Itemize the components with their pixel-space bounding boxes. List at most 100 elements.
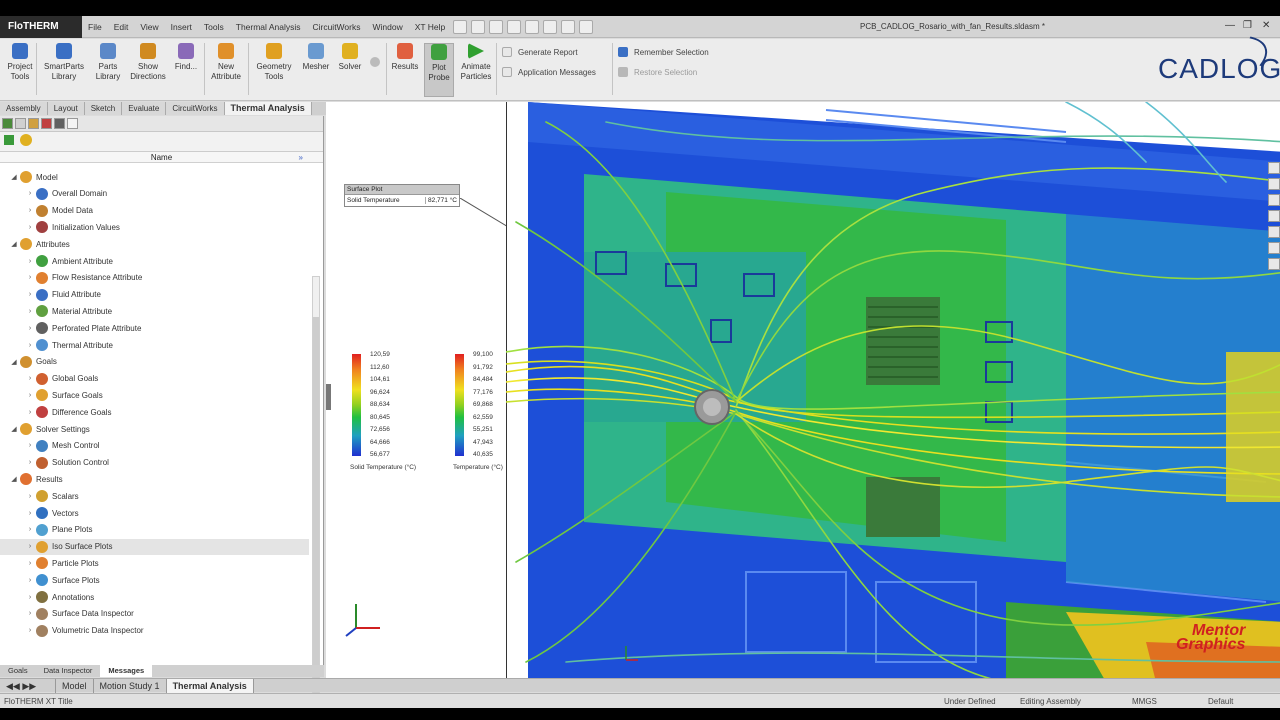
tree-node[interactable]: › Iso Surface Plots: [0, 538, 309, 555]
tab-assembly[interactable]: Assembly: [0, 102, 48, 115]
tab-nav-arrows[interactable]: ◀◀ ▶▶: [0, 678, 56, 693]
tree-node[interactable]: › Particle Plots: [0, 555, 309, 571]
expand-arrow-icon[interactable]: ›: [26, 325, 34, 332]
expand-arrow-icon[interactable]: ›: [26, 224, 34, 231]
expand-arrow-icon[interactable]: ›: [26, 610, 34, 617]
save-icon[interactable]: [489, 19, 504, 34]
tree-node[interactable]: ◢ Results: [0, 471, 309, 487]
graphics-viewport[interactable]: Surface Plot Solid Temperature 82,771 °C…: [326, 102, 1280, 678]
new-attribute-button[interactable]: New Attribute: [206, 43, 246, 82]
tree-node[interactable]: › Solution Control: [0, 455, 309, 471]
tree-node[interactable]: › Flow Resistance Attribute: [0, 270, 309, 286]
tab-thermal-analysis-doc[interactable]: Thermal Analysis: [166, 678, 254, 693]
panel-collapse-handle[interactable]: [326, 384, 331, 410]
tree-node[interactable]: › Difference Goals: [0, 404, 309, 420]
animate-particles-button[interactable]: Animate Particles: [456, 43, 496, 82]
tree-node[interactable]: ◢ Goals: [0, 354, 309, 370]
tree-node[interactable]: ◢ Model: [0, 169, 309, 185]
smartparts-library-button[interactable]: SmartParts Library: [40, 43, 88, 82]
tree-node[interactable]: › Fluid Attribute: [0, 287, 309, 303]
tree-node[interactable]: › Global Goals: [0, 371, 309, 387]
expand-arrow-icon[interactable]: ›: [26, 207, 34, 214]
select-icon[interactable]: [543, 19, 558, 34]
open-icon[interactable]: [471, 19, 486, 34]
expand-arrow-icon[interactable]: ›: [26, 258, 34, 265]
tree-node[interactable]: › Volumetric Data Inspector: [0, 623, 309, 639]
menu-circuitworks[interactable]: CircuitWorks: [306, 22, 366, 32]
minimize-icon[interactable]: —: [1225, 20, 1235, 31]
expand-arrow-icon[interactable]: ›: [26, 392, 34, 399]
tree-node[interactable]: › Vectors: [0, 505, 309, 521]
expand-arrow-icon[interactable]: ›: [26, 190, 34, 197]
expand-arrow-icon[interactable]: ›: [26, 543, 34, 550]
project-tools-button[interactable]: Project Tools: [0, 43, 40, 82]
tab-thermal-analysis[interactable]: Thermal Analysis: [224, 102, 312, 115]
mesher-button[interactable]: Mesher: [298, 43, 334, 72]
tab-evaluate[interactable]: Evaluate: [122, 102, 167, 115]
menu-window[interactable]: Window: [366, 22, 408, 32]
menu-thermal-analysis[interactable]: Thermal Analysis: [230, 22, 307, 32]
scrollbar-thumb[interactable]: [313, 317, 319, 708]
expand-column-icon[interactable]: »: [299, 152, 303, 163]
thermal-tree-icon[interactable]: [67, 118, 78, 129]
collapse-arrow-icon[interactable]: ◢: [10, 425, 18, 433]
expand-arrow-icon[interactable]: ›: [26, 493, 34, 500]
view-settings-icon[interactable]: [1268, 258, 1280, 270]
tab-data-inspector[interactable]: Data Inspector: [36, 665, 101, 677]
expand-arrow-icon[interactable]: ›: [26, 442, 34, 449]
tree-node[interactable]: › Overall Domain: [0, 186, 309, 202]
collapse-arrow-icon[interactable]: ◢: [10, 475, 18, 483]
tree-node[interactable]: › Plane Plots: [0, 522, 309, 538]
tree-node[interactable]: › Perforated Plate Attribute: [0, 320, 309, 336]
tree-node[interactable]: ◢ Attributes: [0, 236, 309, 252]
tree-node[interactable]: ◢ Solver Settings: [0, 421, 309, 437]
collapse-arrow-icon[interactable]: ◢: [10, 240, 18, 248]
tab-motion-study-1[interactable]: Motion Study 1: [94, 678, 167, 693]
application-messages-button[interactable]: Application Messages: [502, 67, 596, 77]
expand-arrow-icon[interactable]: ›: [26, 459, 34, 466]
section-view-icon[interactable]: [1268, 242, 1280, 254]
tree-node[interactable]: › Initialization Values: [0, 219, 309, 235]
find-button[interactable]: Find...: [168, 43, 204, 72]
expand-arrow-icon[interactable]: ›: [26, 291, 34, 298]
menu-edit[interactable]: Edit: [108, 22, 135, 32]
hide-show-icon[interactable]: [1268, 194, 1280, 206]
restore-icon[interactable]: ❐: [1243, 20, 1252, 31]
expand-arrow-icon[interactable]: ›: [26, 594, 34, 601]
show-directions-button[interactable]: Show Directions: [128, 43, 168, 82]
expand-arrow-icon[interactable]: ›: [26, 560, 34, 567]
results-button[interactable]: Results: [388, 43, 422, 72]
tab-sketch[interactable]: Sketch: [84, 102, 123, 115]
remember-selection-button[interactable]: Remember Selection: [618, 47, 709, 57]
expand-arrow-icon[interactable]: ›: [26, 409, 34, 416]
tree-node[interactable]: › Surface Plots: [0, 572, 309, 588]
expand-arrow-icon[interactable]: ›: [26, 274, 34, 281]
tree-node[interactable]: › Surface Goals: [0, 387, 309, 403]
stop-button[interactable]: [368, 57, 382, 70]
expand-arrow-icon[interactable]: ›: [26, 375, 34, 382]
tree-node[interactable]: › Model Data: [0, 203, 309, 219]
plot-probe-button[interactable]: Plot Probe: [424, 43, 454, 97]
scene-icon[interactable]: [1268, 226, 1280, 238]
expand-arrow-icon[interactable]: ›: [26, 577, 34, 584]
expand-arrow-icon[interactable]: ›: [26, 510, 34, 517]
tree-node[interactable]: › Mesh Control: [0, 438, 309, 454]
options-icon[interactable]: [579, 19, 594, 34]
expand-arrow-icon[interactable]: ›: [26, 526, 34, 533]
tree-node[interactable]: › Ambient Attribute: [0, 253, 309, 269]
menu-view[interactable]: View: [134, 22, 164, 32]
undo-icon[interactable]: [525, 19, 540, 34]
collapse-arrow-icon[interactable]: ◢: [10, 173, 18, 181]
geometry-tools-button[interactable]: Geometry Tools: [252, 43, 296, 82]
tab-layout[interactable]: Layout: [47, 102, 85, 115]
expand-arrow-icon[interactable]: ›: [26, 308, 34, 315]
config-manager-icon[interactable]: [28, 118, 39, 129]
tree-node[interactable]: › Surface Data Inspector: [0, 606, 309, 622]
menu-file[interactable]: File: [82, 22, 108, 32]
tab-model[interactable]: Model: [56, 678, 94, 693]
tree-node[interactable]: › Thermal Attribute: [0, 337, 309, 353]
filter-icon[interactable]: [4, 135, 14, 145]
tree-node[interactable]: › Scalars: [0, 488, 309, 504]
restore-selection-button[interactable]: Restore Selection: [618, 67, 697, 77]
tree-node[interactable]: › Material Attribute: [0, 303, 309, 319]
